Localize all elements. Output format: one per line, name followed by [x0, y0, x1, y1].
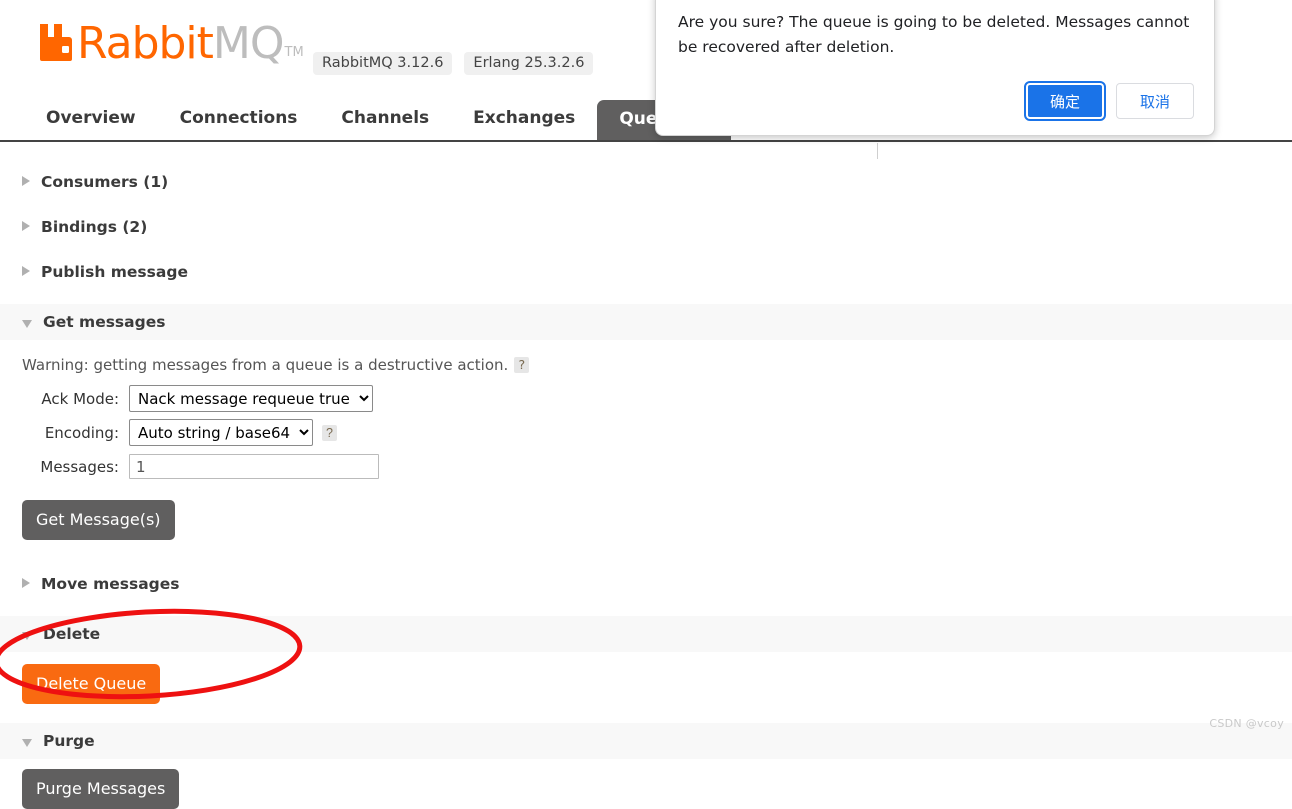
get-messages-warning-text: Warning: getting messages from a queue i… [22, 356, 509, 374]
chevron-right-icon [22, 265, 30, 276]
section-get-messages[interactable]: Get messages [0, 304, 1292, 340]
tab-channels[interactable]: Channels [319, 108, 451, 140]
section-purge-label: Purge [43, 732, 95, 750]
chevron-right-icon [22, 220, 30, 231]
delete-queue-button[interactable]: Delete Queue [22, 664, 161, 704]
help-icon[interactable]: ? [514, 357, 530, 373]
confirm-delete-dialog: Are you sure? The queue is going to be d… [655, 0, 1215, 136]
section-delete[interactable]: Delete [0, 616, 1292, 652]
tab-exchanges[interactable]: Exchanges [451, 108, 597, 140]
section-move-messages[interactable]: Move messages [0, 566, 1292, 602]
logo-word-rabbit: Rabbit [77, 18, 214, 69]
section-consumers[interactable]: Consumers (1) [0, 164, 1292, 200]
chevron-right-icon [22, 175, 30, 186]
dialog-confirm-button[interactable]: 确定 [1024, 81, 1106, 121]
ack-mode-label: Ack Mode: [41, 389, 119, 408]
nav-tab-list: Overview Connections Channels Exchanges … [24, 100, 731, 140]
messages-input[interactable] [129, 454, 379, 479]
chevron-right-icon [22, 577, 30, 588]
section-publish-message[interactable]: Publish message [0, 254, 1292, 290]
get-messages-warning: Warning: getting messages from a queue i… [0, 340, 1292, 374]
get-messages-button[interactable]: Get Message(s) [22, 500, 175, 540]
section-move-messages-label: Move messages [41, 575, 180, 593]
queue-detail-sections: Consumers (1) Bindings (2) Publish messa… [0, 145, 1292, 809]
dialog-message: Are you sure? The queue is going to be d… [678, 13, 1190, 56]
dialog-actions: 确定 取消 [1024, 81, 1194, 121]
section-bindings-label: Bindings (2) [41, 218, 148, 236]
logo-word-mq: MQ [212, 18, 285, 69]
logo-trademark: TM [284, 45, 304, 60]
version-badges: RabbitMQ 3.12.6 Erlang 25.3.2.6 [313, 52, 594, 75]
page-root: RabbitMQ TM RabbitMQ 3.12.6 Erlang 25.3.… [0, 0, 1292, 809]
chevron-down-icon [22, 319, 32, 328]
section-bindings[interactable]: Bindings (2) [0, 209, 1292, 245]
messages-label: Messages: [40, 457, 119, 476]
messages-row: Messages: [22, 454, 1292, 479]
section-get-messages-label: Get messages [43, 313, 166, 331]
encoding-select[interactable]: Auto string / base64 [129, 419, 313, 446]
tab-connections[interactable]: Connections [158, 108, 320, 140]
section-purge[interactable]: Purge [0, 723, 1292, 759]
ack-mode-select[interactable]: Nack message requeue true [129, 385, 373, 412]
purge-messages-button[interactable]: Purge Messages [22, 769, 180, 809]
logo-wordmark: RabbitMQ [77, 22, 285, 66]
watermark: CSDN @vcoy [1209, 717, 1284, 730]
section-delete-label: Delete [43, 625, 101, 643]
section-publish-message-label: Publish message [41, 263, 188, 281]
badge-erlang-version: Erlang 25.3.2.6 [464, 52, 594, 75]
rabbitmq-logo[interactable]: RabbitMQ TM [38, 22, 304, 66]
encoding-help-icon[interactable]: ? [322, 424, 337, 441]
rabbit-logo-icon [38, 22, 74, 62]
get-messages-form: Ack Mode: Nack message requeue true Enco… [0, 385, 1292, 540]
ack-mode-row: Ack Mode: Nack message requeue true [22, 385, 1292, 412]
tab-overview[interactable]: Overview [24, 108, 158, 140]
dialog-cancel-button[interactable]: 取消 [1116, 83, 1194, 119]
purge-actions: Purge Messages [0, 769, 1292, 809]
chevron-down-icon [22, 631, 32, 640]
encoding-label: Encoding: [44, 423, 119, 442]
section-consumers-label: Consumers (1) [41, 173, 169, 191]
chevron-down-icon [22, 738, 32, 747]
delete-actions: Delete Queue [0, 664, 1292, 704]
encoding-row: Encoding: Auto string / base64 ? [22, 419, 1292, 446]
badge-rabbitmq-version: RabbitMQ 3.12.6 [313, 52, 453, 75]
